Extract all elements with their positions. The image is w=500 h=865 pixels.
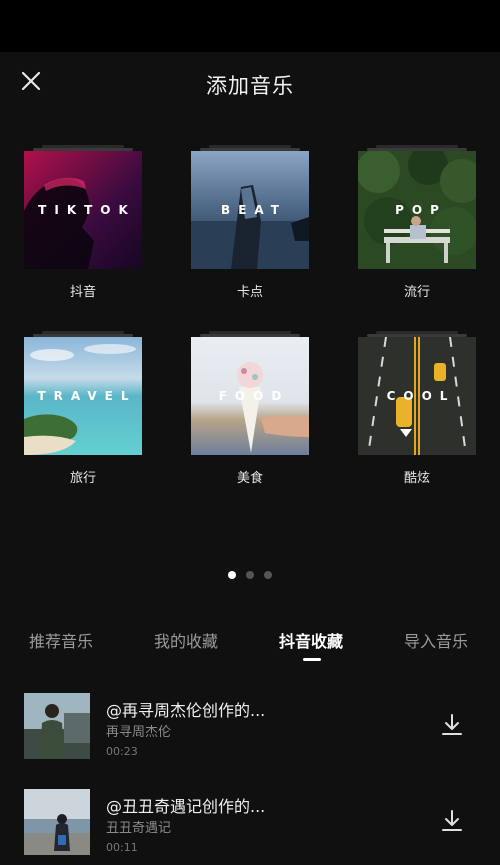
tab-import-music[interactable]: 导入音乐	[404, 628, 468, 652]
download-button[interactable]	[440, 809, 464, 833]
category-cover: COOL	[358, 337, 476, 455]
category-word: TRAVEL	[37, 389, 137, 403]
category-word: BEAT	[221, 203, 287, 217]
song-thumbnail	[24, 789, 90, 855]
song-thumbnail	[24, 693, 90, 759]
download-icon	[442, 810, 462, 831]
category-cover: FOOD	[191, 337, 309, 455]
category-cover: TIKTOK	[24, 151, 142, 269]
tab-recommended[interactable]: 推荐音乐	[29, 628, 93, 652]
category-cover: BEAT	[191, 151, 309, 269]
category-cover: TRAVEL	[24, 337, 142, 455]
song-duration: 00:11	[106, 841, 138, 854]
list-item[interactable]: @丑丑奇遇记创作的... 丑丑奇遇记 00:11	[0, 789, 500, 859]
download-button[interactable]	[440, 713, 464, 737]
tab-my-favorites[interactable]: 我的收藏	[154, 628, 218, 652]
category-label: 抖音	[69, 285, 96, 300]
category-word: POP	[395, 203, 447, 217]
tab-bar: 推荐音乐 我的收藏 抖音收藏 导入音乐	[0, 628, 500, 668]
category-label: 旅行	[69, 471, 96, 486]
category-word: TIKTOK	[38, 203, 136, 217]
category-label: 流行	[403, 285, 430, 300]
song-artist: 再寻周杰伦	[106, 725, 172, 740]
category-cover: POP	[358, 151, 476, 269]
status-bar	[0, 0, 500, 52]
song-title: @丑丑奇遇记创作的...	[106, 797, 266, 816]
song-artist: 丑丑奇遇记	[106, 821, 172, 836]
page-dot-2[interactable]	[246, 571, 254, 579]
active-tab-indicator	[303, 658, 321, 661]
page-title: 添加音乐	[206, 74, 294, 98]
category-word: COOL	[386, 389, 456, 403]
page-dot-1[interactable]	[228, 571, 236, 579]
header: 添加音乐	[0, 52, 500, 114]
category-label: 美食	[236, 471, 263, 486]
page-dot-3[interactable]	[264, 571, 272, 579]
download-icon	[442, 714, 462, 735]
page-indicator	[0, 564, 500, 583]
song-title: @再寻周杰伦创作的...	[106, 701, 266, 720]
category-label: 卡点	[236, 285, 263, 300]
song-duration: 00:23	[106, 745, 138, 758]
category-label: 酷炫	[403, 471, 430, 486]
list-item[interactable]: @再寻周杰伦创作的... 再寻周杰伦 00:23	[0, 693, 500, 763]
category-word: FOOD	[218, 389, 290, 403]
tab-douyin-favorites[interactable]: 抖音收藏	[279, 628, 343, 652]
